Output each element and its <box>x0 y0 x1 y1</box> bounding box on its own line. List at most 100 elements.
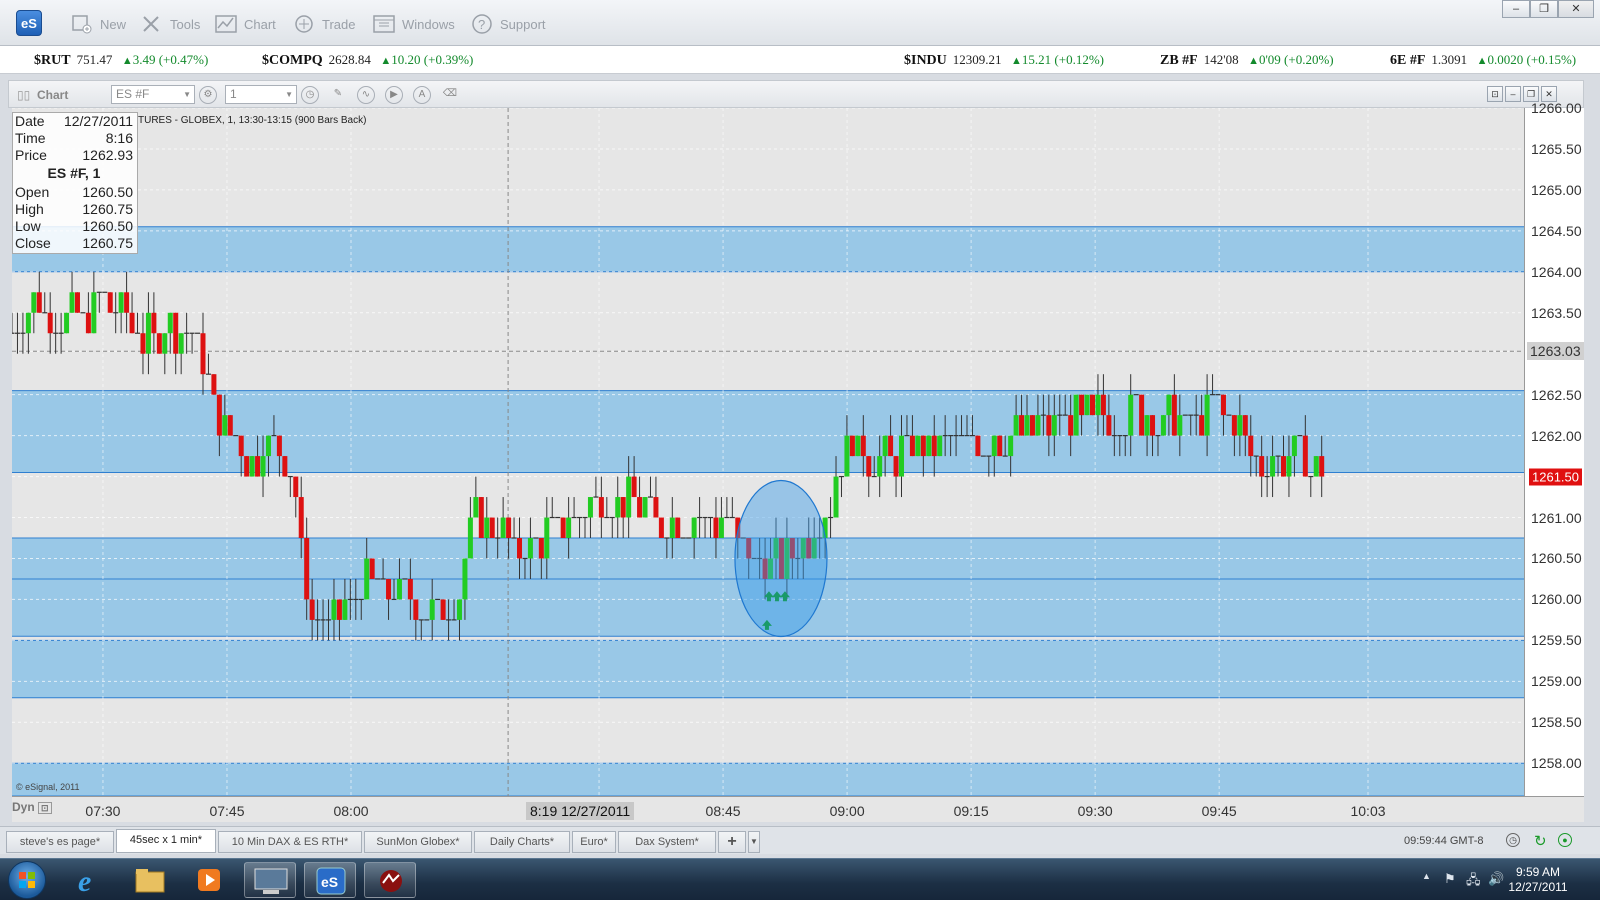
candle-down <box>200 333 206 375</box>
text-tool-icon[interactable]: A <box>413 86 431 104</box>
candle-down <box>653 497 659 518</box>
ticker-6e[interactable]: 6E #F 1.3091 ▲0.0020 (+0.15%) <box>1390 52 1576 69</box>
candlestick-chart[interactable] <box>12 108 1524 796</box>
candle-up <box>587 497 593 518</box>
price-value: 1262.93 <box>82 147 133 163</box>
add-tab-button[interactable]: + <box>718 831 746 853</box>
windows-button[interactable]: Windows <box>372 12 455 36</box>
candle-up <box>118 292 124 313</box>
highlight-ellipse <box>734 479 828 638</box>
symbol-select-value: ES #F <box>116 87 150 101</box>
ticker-price: 751.47 <box>76 52 113 67</box>
close-button[interactable]: ✕ <box>1558 0 1594 18</box>
refresh-icon[interactable]: ↻ <box>1534 832 1547 850</box>
ticker-compq[interactable]: $COMPQ 2628.84 ▲10.20 (+0.39%) <box>262 52 473 69</box>
start-button[interactable] <box>8 861 46 899</box>
tab-daily-charts[interactable]: Daily Charts* <box>474 831 570 853</box>
candle-down <box>107 292 113 313</box>
price-tick-label: 1263.50 <box>1531 304 1582 321</box>
support-zone <box>12 226 1524 272</box>
ticker-price: 12309.21 <box>952 52 1002 67</box>
last-price-badge: 1261.50 <box>1529 468 1582 486</box>
clock-date: 12/27/2011 <box>1508 880 1568 894</box>
esignal-logo[interactable]: eS <box>16 10 42 36</box>
interval-select[interactable]: 1 ▼ <box>225 85 297 104</box>
tab-sunmon-globex[interactable]: SunMon Globex* <box>364 831 472 853</box>
up-arrow-icon: ▲ <box>380 55 392 67</box>
clock-status-icon[interactable]: ◷ <box>1506 833 1520 847</box>
trading-app-icon[interactable] <box>364 862 416 898</box>
chart-icon <box>214 13 238 35</box>
ticker-indu[interactable]: $INDU 12309.21 ▲15.21 (+0.12%) <box>904 52 1104 69</box>
candle-up <box>1160 415 1166 436</box>
candle-up <box>1008 435 1014 457</box>
clock-icon[interactable]: ◷ <box>301 86 319 104</box>
eraser-icon[interactable]: ⌫ <box>441 86 459 104</box>
tab-45sec-1min[interactable]: 45sec x 1 min* <box>116 829 216 853</box>
remote-desktop-icon[interactable] <box>244 862 296 898</box>
esignal-taskbar-icon[interactable]: eS <box>304 862 356 898</box>
ticker-rut[interactable]: $RUT 751.47 ▲3.49 (+0.47%) <box>34 52 208 69</box>
new-button[interactable]: New <box>70 12 126 36</box>
candle-up <box>167 312 173 334</box>
symbol-select[interactable]: ES #F ▼ <box>111 85 195 104</box>
tab-dax-system[interactable]: Dax System* <box>618 831 716 853</box>
price-tick-label: 1259.50 <box>1531 632 1582 649</box>
draw-curve-icon[interactable]: ∿ <box>357 86 375 104</box>
flag-icon[interactable]: ⚑ <box>1444 871 1456 887</box>
file-explorer-icon[interactable] <box>124 862 176 898</box>
tab-steves-es-page[interactable]: steve's es page* <box>6 831 114 853</box>
candle-up <box>473 497 479 518</box>
internet-explorer-icon[interactable]: e <box>64 862 116 898</box>
status-time: 09:59:44 GMT-8 <box>1404 835 1484 847</box>
cursor-data-window: Date 12/27/2011 Time 8:16 Price 1262.93 ES … <box>12 112 138 254</box>
ticker-zb[interactable]: ZB #F 142'08 ▲0'09 (+0.20%) <box>1160 52 1334 69</box>
candle-down <box>1068 415 1074 436</box>
time-axis[interactable]: 07:3007:4508:0008:3008:4509:0009:1509:30… <box>12 796 1584 822</box>
show-hidden-icons-icon[interactable]: ▲ <box>1422 871 1431 881</box>
time-label: Time <box>15 130 46 146</box>
candle-down <box>282 456 288 477</box>
chart-plot-area[interactable] <box>12 108 1524 796</box>
network-icon[interactable]: 🖧 <box>1466 871 1481 893</box>
ticker-change: 15.21 (+0.12%) <box>1021 52 1104 67</box>
tools-button[interactable]: Tools <box>140 12 200 36</box>
tab-10min-dax-es[interactable]: 10 Min DAX & ES RTH* <box>218 831 362 853</box>
price-tick-label: 1265.50 <box>1531 140 1582 157</box>
candle-down <box>211 374 217 395</box>
pencil-icon[interactable]: ✎ <box>329 86 347 104</box>
candle-up <box>331 599 337 620</box>
chart-minimize-button[interactable]: – <box>1505 86 1521 102</box>
new-label: New <box>100 16 127 32</box>
ticker-symbol: 6E #F <box>1390 53 1426 68</box>
databox-symbol: ES #F, 1 <box>47 165 101 181</box>
candle-up <box>25 312 31 334</box>
date-label: Date <box>15 113 45 129</box>
candle-up <box>31 292 37 313</box>
trade-button[interactable]: Trade <box>292 12 355 36</box>
chart-toolbar: ▯▯ Chart ES #F ▼ ⚙ 1 ▼ ◷ ✎ ∿ ▶ A ⌫ ⊡ – ❐ ✕ <box>8 80 1584 108</box>
candle-up <box>396 578 402 600</box>
support-button[interactable]: ? Support <box>470 12 546 36</box>
system-clock[interactable]: 9:59 AM 12/27/2011 <box>1508 865 1568 895</box>
play-icon[interactable]: ▶ <box>385 86 403 104</box>
restore-button[interactable]: ❐ <box>1530 0 1558 18</box>
settings-icon[interactable]: ⚙ <box>199 86 217 104</box>
time-value: 8:16 <box>105 130 133 146</box>
dynamic-scale-toggle[interactable]: Dyn ⊡ <box>12 800 52 814</box>
tab-menu-chevron-icon[interactable]: ▼ <box>748 831 760 853</box>
volume-icon[interactable]: 🔊 <box>1488 871 1504 887</box>
connection-status-icon[interactable]: ● <box>1558 833 1572 847</box>
candle-down <box>658 517 664 538</box>
candle-up <box>260 456 266 477</box>
tab-euro[interactable]: Euro* <box>572 831 616 853</box>
price-axis[interactable]: 1266.00 1265.50 1265.00 1264.50 1264.00 1263.… <box>1524 100 1584 796</box>
candle-up <box>882 435 888 457</box>
minimize-button[interactable]: – <box>1502 0 1530 18</box>
candle-up <box>1286 456 1292 477</box>
chart-button[interactable]: Chart <box>214 12 276 36</box>
candle-up <box>1313 456 1319 477</box>
chart-pin-button[interactable]: ⊡ <box>1487 86 1503 102</box>
candle-down <box>156 333 162 354</box>
media-player-icon[interactable] <box>184 862 236 898</box>
